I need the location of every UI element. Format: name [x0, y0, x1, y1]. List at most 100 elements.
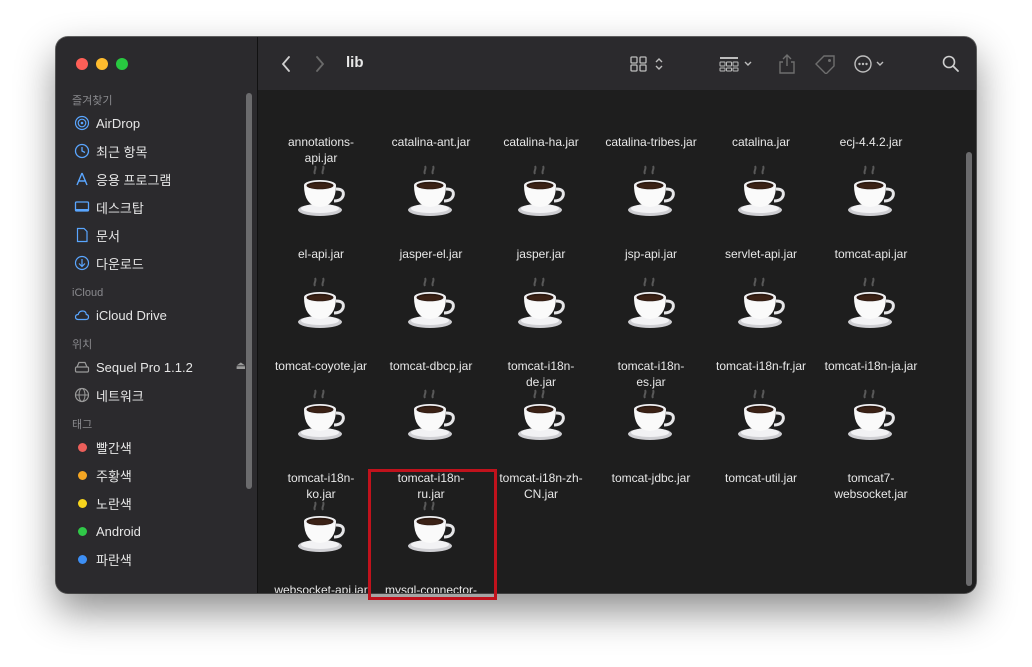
applications-icon — [74, 171, 90, 187]
file-item[interactable]: catalina-tribes.jar — [596, 90, 706, 149]
sidebar-item-5[interactable]: 다운로드 — [56, 249, 246, 277]
sidebar-item-label: AirDrop — [96, 115, 141, 131]
search-button[interactable] — [938, 53, 964, 75]
sidebar-item-tag-1[interactable]: 주황색 — [56, 461, 246, 489]
file-item[interactable]: catalina-ant.jar — [376, 90, 486, 149]
sidebar-item-label: 응용 프로그램 — [96, 172, 172, 188]
java-coffee-cup-icon — [738, 165, 785, 216]
file-item[interactable]: catalina-ha.jar — [486, 90, 596, 149]
sidebar-item-label: 네트워크 — [96, 388, 144, 404]
sidebar-item-tag-0[interactable]: 빨간색 — [56, 433, 246, 461]
file-icon — [403, 388, 459, 444]
sidebar-item-1[interactable]: 최근 항목 — [56, 137, 246, 165]
network-icon — [74, 387, 90, 403]
cloud-icon — [74, 307, 90, 323]
tag-color-dot-icon — [74, 495, 90, 511]
file-item[interactable]: tomcat-dbcp.jar — [376, 250, 486, 373]
file-icon — [513, 164, 569, 220]
back-button[interactable] — [276, 53, 296, 75]
close-button[interactable] — [76, 58, 88, 70]
tag-button[interactable] — [812, 53, 838, 75]
java-coffee-cup-icon — [518, 389, 565, 440]
file-icon — [293, 388, 349, 444]
sidebar-item-4[interactable]: 문서 — [56, 221, 246, 249]
sidebar-item-location-1[interactable]: 네트워크 — [56, 381, 246, 409]
sidebar-item-icloud-drive[interactable]: iCloud Drive — [56, 301, 246, 329]
sidebar-item-0[interactable]: AirDrop — [56, 109, 246, 137]
sidebar-scrollbar[interactable] — [246, 93, 252, 489]
file-item[interactable]: servlet-api.jar — [706, 138, 816, 261]
eject-icon[interactable]: ⏏ — [236, 359, 246, 372]
file-item[interactable]: jasper.jar — [486, 138, 596, 261]
file-item[interactable]: tomcat-i18n-zh- CN.jar — [486, 362, 596, 501]
search-icon — [942, 55, 959, 72]
file-icon — [843, 276, 899, 332]
file-item[interactable]: tomcat7- websocket.jar — [816, 362, 926, 501]
sidebar-item-label: 다운로드 — [96, 256, 144, 272]
file-item[interactable]: tomcat-i18n-fr.jar — [706, 250, 816, 373]
java-coffee-cup-icon — [408, 277, 455, 328]
file-icon — [843, 164, 899, 220]
section-title-favorites: 즐겨찾기 — [72, 95, 113, 107]
more-actions-button[interactable] — [852, 53, 892, 75]
sidebar-item-label: 데스크탑 — [96, 200, 144, 216]
file-name-line: tomcat7- — [847, 471, 895, 485]
finder-window: 즐겨찾기 AirDrop 최근 항목응용 프로그램데스크탑문서다운로드 iCloud i… — [56, 37, 976, 593]
sidebar-item-tag-2[interactable]: 노란색 — [56, 489, 246, 517]
forward-button[interactable] — [310, 53, 330, 75]
clock-icon — [74, 143, 90, 159]
file-item[interactable]: jsp-api.jar — [596, 138, 706, 261]
file-item[interactable]: jasper-el.jar — [376, 138, 486, 261]
sidebar-item-tag-4[interactable]: 파란색 — [56, 545, 246, 573]
file-item[interactable]: tomcat-util.jar — [706, 362, 816, 485]
minimize-button[interactable] — [96, 58, 108, 70]
view-mode-button[interactable] — [628, 53, 668, 75]
file-item[interactable]: el-api.jar — [266, 138, 376, 261]
file-item[interactable]: tomcat-i18n-ko.jar — [266, 362, 376, 501]
file-icon — [733, 164, 789, 220]
sidebar-item-tag-3[interactable]: Android — [56, 517, 246, 545]
share-button[interactable] — [776, 53, 798, 75]
sidebar-item-label: 파란색 — [96, 552, 132, 568]
file-item[interactable]: tomcat-coyote.jar — [266, 250, 376, 373]
file-item[interactable]: tomcat-jdbc.jar — [596, 362, 706, 485]
file-name-line: websocket.jar — [834, 487, 908, 501]
group-button[interactable] — [718, 53, 758, 75]
file-name-line: tomcat-util.jar — [724, 471, 798, 485]
file-item[interactable]: tomcat-i18n-ja.jar — [816, 250, 926, 373]
file-item[interactable]: annotations-api.jar — [266, 90, 376, 165]
scrollbar-thumb[interactable] — [966, 152, 972, 586]
file-item[interactable]: ecj-4.4.2.jar — [816, 90, 926, 149]
file-item[interactable]: catalina.jar — [706, 90, 816, 149]
file-item[interactable]: tomcat-api.jar — [816, 138, 926, 261]
file-item[interactable]: tomcat-i18n-es.jar — [596, 250, 706, 389]
file-icon — [293, 276, 349, 332]
sidebar-item-label: 주황색 — [96, 468, 132, 484]
sidebar-item-3[interactable]: 데스크탑 — [56, 193, 246, 221]
sidebar-item-label: 최근 항목 — [96, 144, 148, 160]
section-title-locations: 위치 — [72, 339, 93, 351]
window-controls — [76, 58, 128, 70]
file-item[interactable]: websocket-api.jar — [266, 474, 376, 593]
zoom-button[interactable] — [116, 58, 128, 70]
file-icon — [513, 276, 569, 332]
content-scrollbar[interactable] — [962, 90, 976, 593]
file-icon — [403, 276, 459, 332]
java-coffee-cup-icon — [298, 277, 345, 328]
sidebar-item-2[interactable]: 응용 프로그램 — [56, 165, 246, 193]
file-item[interactable]: tomcat-i18n-ru.jar — [376, 362, 486, 501]
sidebar-item-location-0[interactable]: Sequel Pro 1.1.2 ⏏ — [56, 353, 246, 381]
java-coffee-cup-icon — [408, 389, 455, 440]
java-coffee-cup-icon — [738, 389, 785, 440]
file-name-line: tomcat-jdbc.jar — [611, 471, 691, 485]
section-title-icloud: iCloud — [72, 287, 104, 299]
chevron-left-icon — [281, 56, 290, 72]
sidebar-item-label: Android — [96, 523, 141, 539]
file-item[interactable]: tomcat-i18n-de.jar — [486, 250, 596, 389]
file-name-line: CN.jar — [523, 487, 558, 501]
file-name-line: tomcat-i18n-zh- — [499, 471, 583, 485]
java-coffee-cup-icon — [738, 277, 785, 328]
highlight-box — [368, 469, 497, 600]
chevron-right-icon — [316, 56, 325, 72]
section-title-tags: 태그 — [72, 419, 93, 431]
